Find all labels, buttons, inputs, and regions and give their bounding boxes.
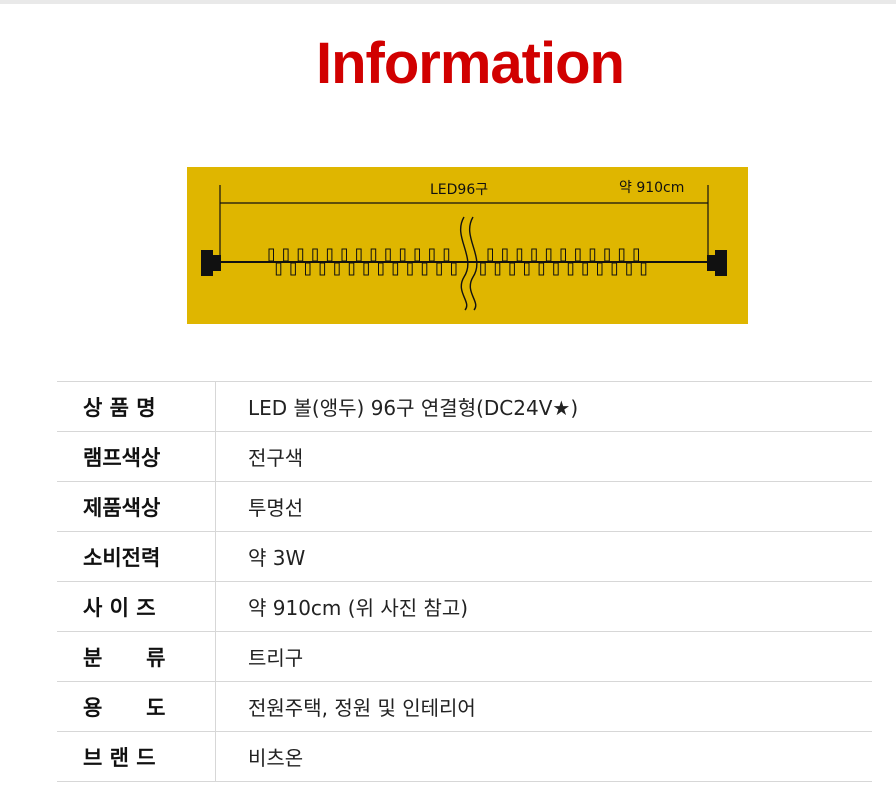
led-bulb bbox=[611, 262, 618, 276]
led-bulb bbox=[626, 262, 632, 276]
led-bulb bbox=[297, 248, 304, 262]
led-bulb bbox=[509, 262, 515, 276]
led-bulb bbox=[567, 262, 574, 276]
spec-label: 제품색상 bbox=[57, 482, 216, 531]
spec-label: 상 품 명 bbox=[57, 382, 216, 431]
break-mark bbox=[459, 216, 478, 311]
led-bulb bbox=[502, 248, 508, 262]
led-bulb bbox=[560, 248, 566, 262]
spec-label: 용 도 bbox=[57, 682, 216, 731]
led-bulb bbox=[370, 248, 377, 262]
spec-table: 상 품 명 LED 볼(앵두) 96구 연결형(DC24V★) 램프색상 전구색제품색… bbox=[57, 381, 872, 782]
led-bulb bbox=[443, 248, 450, 262]
spec-row: 분 류 트리구 bbox=[57, 632, 872, 682]
spec-label: 사 이 즈 bbox=[57, 582, 216, 631]
led-bulb bbox=[312, 248, 318, 262]
spec-row: 용 도 전원주택, 정원 및 인테리어 bbox=[57, 682, 872, 732]
led-bulb bbox=[363, 262, 369, 276]
led-bulb bbox=[494, 262, 501, 276]
led-bulb bbox=[392, 262, 399, 276]
led-bulb bbox=[524, 262, 530, 276]
product-diagram: LED96구 약 910cm bbox=[187, 167, 748, 324]
spec-row: 제품색상 투명선 bbox=[57, 482, 872, 532]
page-title: Information bbox=[316, 31, 625, 96]
spec-value: 투명선 bbox=[248, 496, 304, 520]
led-bulb bbox=[633, 248, 639, 262]
led-bulb bbox=[604, 248, 610, 262]
led-bulb bbox=[429, 248, 435, 262]
led-bulb bbox=[553, 262, 559, 276]
led-bulb bbox=[451, 262, 457, 276]
top-divider bbox=[0, 0, 896, 4]
spec-value: 약 910cm (위 사진 참고) bbox=[248, 596, 469, 620]
spec-value: 전원주택, 정원 및 인테리어 bbox=[248, 696, 476, 720]
led-bulb bbox=[399, 248, 406, 262]
led-bulb bbox=[385, 248, 391, 262]
led-bulb bbox=[407, 262, 413, 276]
led-bulb bbox=[378, 262, 384, 276]
led-bulb bbox=[319, 262, 326, 276]
spec-label: 램프색상 bbox=[57, 432, 216, 481]
spec-row: 램프색상 전구색 bbox=[57, 432, 872, 482]
led-bulb bbox=[414, 248, 420, 262]
spec-row: 소비전력 약 3W bbox=[57, 532, 872, 582]
spec-value: 약 3W bbox=[248, 546, 306, 570]
led-bulb bbox=[531, 248, 537, 262]
spec-value: LED 볼(앵두) 96구 연결형(DC24V★) bbox=[248, 396, 579, 420]
led-bulb bbox=[589, 248, 596, 262]
led-bulb bbox=[305, 262, 311, 276]
led-bulb bbox=[283, 248, 289, 262]
led-bulb bbox=[356, 248, 362, 262]
spec-row: 상 품 명 LED 볼(앵두) 96구 연결형(DC24V★) bbox=[57, 382, 872, 432]
right-connector bbox=[707, 250, 727, 276]
led-bulb bbox=[480, 262, 486, 276]
led-bulb bbox=[516, 248, 523, 262]
led-bulb bbox=[421, 262, 428, 276]
spec-value: 비츠온 bbox=[248, 746, 304, 770]
led-bulb bbox=[487, 248, 493, 262]
spec-label: 분 류 bbox=[57, 632, 216, 681]
spec-value: 전구색 bbox=[248, 446, 304, 470]
left-connector bbox=[201, 250, 221, 276]
led-bulb bbox=[582, 262, 588, 276]
led-bulb bbox=[640, 262, 647, 276]
led-bulb bbox=[545, 248, 552, 262]
spec-label: 소비전력 bbox=[57, 532, 216, 581]
spec-value: 트리구 bbox=[248, 646, 304, 670]
led-bulb bbox=[290, 262, 296, 276]
spec-label: 브 랜 드 bbox=[57, 732, 216, 781]
led-bulb bbox=[597, 262, 603, 276]
length-label: 약 910cm bbox=[619, 180, 685, 196]
led-bulb bbox=[538, 262, 545, 276]
bulb-count-label: LED96구 bbox=[430, 182, 489, 198]
led-bulb bbox=[436, 262, 442, 276]
led-bulb bbox=[348, 262, 355, 276]
led-bulb bbox=[334, 262, 340, 276]
spec-row: 사 이 즈 약 910cm (위 사진 참고) bbox=[57, 582, 872, 632]
led-bulb bbox=[326, 248, 333, 262]
led-bulb bbox=[275, 262, 282, 276]
spec-row: 브 랜 드 비츠온 bbox=[57, 732, 872, 782]
led-bulb bbox=[575, 248, 581, 262]
led-bulb bbox=[341, 248, 347, 262]
led-bulb bbox=[268, 248, 274, 262]
led-bulb bbox=[618, 248, 625, 262]
